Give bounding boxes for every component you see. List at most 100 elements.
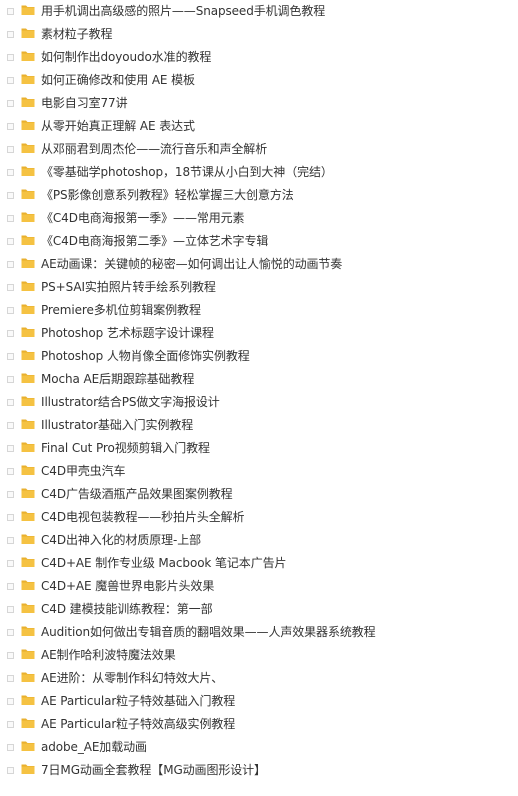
folder-name: 《C4D电商海报第一季》——常用元素 bbox=[41, 211, 245, 225]
folder-name: 从零开始真正理解 AE 表达式 bbox=[41, 119, 195, 133]
list-item[interactable]: Illustrator结合PS做文字海报设计 bbox=[0, 391, 518, 414]
folder-name: AE进阶：从零制作科幻特效大片、 bbox=[41, 671, 224, 685]
row-checkbox[interactable] bbox=[7, 560, 14, 567]
folder-name: 如何制作出doyoudo水准的教程 bbox=[41, 50, 212, 64]
folder-name: AE Particular粒子特效基础入门教程 bbox=[41, 694, 236, 708]
row-checkbox[interactable] bbox=[7, 31, 14, 38]
row-checkbox[interactable] bbox=[7, 192, 14, 199]
list-item[interactable]: Audition如何做出专辑音质的翻唱效果——人声效果器系统教程 bbox=[0, 621, 518, 644]
folder-icon bbox=[21, 557, 35, 567]
list-item[interactable]: Illustrator基础入门实例教程 bbox=[0, 414, 518, 437]
list-item[interactable]: C4D出神入化的材质原理-上部 bbox=[0, 529, 518, 552]
row-checkbox[interactable] bbox=[7, 399, 14, 406]
folder-name: adobe_AE加载动画 bbox=[41, 740, 147, 754]
folder-icon bbox=[21, 235, 35, 245]
list-item[interactable]: Premiere多机位剪辑案例教程 bbox=[0, 299, 518, 322]
folder-name: Photoshop 艺术标题字设计课程 bbox=[41, 326, 214, 340]
row-checkbox[interactable] bbox=[7, 767, 14, 774]
folder-name: C4D 建模技能训练教程：第一部 bbox=[41, 602, 213, 616]
list-item[interactable]: Final Cut Pro视频剪辑入门教程 bbox=[0, 437, 518, 460]
row-checkbox[interactable] bbox=[7, 445, 14, 452]
row-checkbox[interactable] bbox=[7, 537, 14, 544]
folder-icon bbox=[21, 28, 35, 38]
list-item[interactable]: 从邓丽君到周杰伦——流行音乐和声全解析 bbox=[0, 138, 518, 161]
list-item[interactable]: C4D 建模技能训练教程：第一部 bbox=[0, 598, 518, 621]
folder-name: Mocha AE后期跟踪基础教程 bbox=[41, 372, 195, 386]
row-checkbox[interactable] bbox=[7, 744, 14, 751]
row-checkbox[interactable] bbox=[7, 514, 14, 521]
list-item[interactable]: 如何正确修改和使用 AE 模板 bbox=[0, 69, 518, 92]
list-item[interactable]: C4D+AE 制作专业级 Macbook 笔记本广告片 bbox=[0, 552, 518, 575]
row-checkbox[interactable] bbox=[7, 675, 14, 682]
folder-name: Premiere多机位剪辑案例教程 bbox=[41, 303, 201, 317]
list-item[interactable]: AE Particular粒子特效高级实例教程 bbox=[0, 713, 518, 736]
list-item[interactable]: 《零基础学photoshop，18节课从小白到大神（完结） bbox=[0, 161, 518, 184]
list-item[interactable]: C4D甲壳虫汽车 bbox=[0, 460, 518, 483]
row-checkbox[interactable] bbox=[7, 330, 14, 337]
list-item[interactable]: AE制作哈利波特魔法效果 bbox=[0, 644, 518, 667]
folder-icon bbox=[21, 741, 35, 751]
list-item[interactable]: 素材粒子教程 bbox=[0, 23, 518, 46]
folder-name: AE Particular粒子特效高级实例教程 bbox=[41, 717, 236, 731]
folder-name: C4D电视包装教程——秒拍片头全解析 bbox=[41, 510, 245, 524]
list-item[interactable]: Photoshop 艺术标题字设计课程 bbox=[0, 322, 518, 345]
list-item[interactable]: C4D电视包装教程——秒拍片头全解析 bbox=[0, 506, 518, 529]
list-item[interactable]: 《PS影像创意系列教程》轻松掌握三大创意方法 bbox=[0, 184, 518, 207]
folder-icon bbox=[21, 189, 35, 199]
folder-name: 用手机调出高级感的照片——Snapseed手机调色教程 bbox=[41, 4, 326, 18]
row-checkbox[interactable] bbox=[7, 123, 14, 130]
row-checkbox[interactable] bbox=[7, 100, 14, 107]
folder-name: 7日MG动画全套教程【MG动画图形设计】 bbox=[41, 763, 266, 777]
folder-icon bbox=[21, 626, 35, 636]
folder-name: PS+SAI实拍照片转手绘系列教程 bbox=[41, 280, 216, 294]
row-checkbox[interactable] bbox=[7, 284, 14, 291]
folder-name: 《C4D电商海报第二季》—立体艺术字专辑 bbox=[41, 234, 269, 248]
list-item[interactable]: 用手机调出高级感的照片——Snapseed手机调色教程 bbox=[0, 0, 518, 23]
folder-icon bbox=[21, 580, 35, 590]
row-checkbox[interactable] bbox=[7, 307, 14, 314]
row-checkbox[interactable] bbox=[7, 261, 14, 268]
list-item[interactable]: AE动画课：关键帧的秘密—如何调出让人愉悦的动画节奏 bbox=[0, 253, 518, 276]
folder-name: 从邓丽君到周杰伦——流行音乐和声全解析 bbox=[41, 142, 268, 156]
list-item[interactable]: AE Particular粒子特效基础入门教程 bbox=[0, 690, 518, 713]
list-item[interactable]: PS+SAI实拍照片转手绘系列教程 bbox=[0, 276, 518, 299]
list-item[interactable]: C4D广告级酒瓶产品效果图案例教程 bbox=[0, 483, 518, 506]
folder-name: AE动画课：关键帧的秘密—如何调出让人愉悦的动画节奏 bbox=[41, 257, 343, 271]
list-item[interactable]: Photoshop 人物肖像全面修饰实例教程 bbox=[0, 345, 518, 368]
list-item[interactable]: 7日MG动画全套教程【MG动画图形设计】 bbox=[0, 759, 518, 782]
row-checkbox[interactable] bbox=[7, 721, 14, 728]
row-checkbox[interactable] bbox=[7, 491, 14, 498]
list-item[interactable]: 从零开始真正理解 AE 表达式 bbox=[0, 115, 518, 138]
row-checkbox[interactable] bbox=[7, 215, 14, 222]
row-checkbox[interactable] bbox=[7, 8, 14, 15]
folder-icon bbox=[21, 281, 35, 291]
row-checkbox[interactable] bbox=[7, 583, 14, 590]
list-item[interactable]: C4D+AE 魔兽世界电影片头效果 bbox=[0, 575, 518, 598]
row-checkbox[interactable] bbox=[7, 606, 14, 613]
folder-name: 《PS影像创意系列教程》轻松掌握三大创意方法 bbox=[41, 188, 294, 202]
row-checkbox[interactable] bbox=[7, 629, 14, 636]
row-checkbox[interactable] bbox=[7, 422, 14, 429]
row-checkbox[interactable] bbox=[7, 77, 14, 84]
row-checkbox[interactable] bbox=[7, 698, 14, 705]
row-checkbox[interactable] bbox=[7, 468, 14, 475]
list-item[interactable]: Mocha AE后期跟踪基础教程 bbox=[0, 368, 518, 391]
folder-name: 《零基础学photoshop，18节课从小白到大神（完结） bbox=[41, 165, 333, 179]
folder-icon bbox=[21, 534, 35, 544]
folder-icon bbox=[21, 396, 35, 406]
list-item[interactable]: 如何制作出doyoudo水准的教程 bbox=[0, 46, 518, 69]
row-checkbox[interactable] bbox=[7, 652, 14, 659]
folder-name: 素材粒子教程 bbox=[41, 27, 113, 41]
list-item[interactable]: adobe_AE加载动画 bbox=[0, 736, 518, 759]
row-checkbox[interactable] bbox=[7, 238, 14, 245]
row-checkbox[interactable] bbox=[7, 376, 14, 383]
list-item[interactable]: 《C4D电商海报第一季》——常用元素 bbox=[0, 207, 518, 230]
row-checkbox[interactable] bbox=[7, 146, 14, 153]
list-item[interactable]: 电影自习室77讲 bbox=[0, 92, 518, 115]
folder-icon bbox=[21, 373, 35, 383]
list-item[interactable]: AE进阶：从零制作科幻特效大片、 bbox=[0, 667, 518, 690]
list-item[interactable]: 《C4D电商海报第二季》—立体艺术字专辑 bbox=[0, 230, 518, 253]
row-checkbox[interactable] bbox=[7, 54, 14, 61]
row-checkbox[interactable] bbox=[7, 169, 14, 176]
row-checkbox[interactable] bbox=[7, 353, 14, 360]
